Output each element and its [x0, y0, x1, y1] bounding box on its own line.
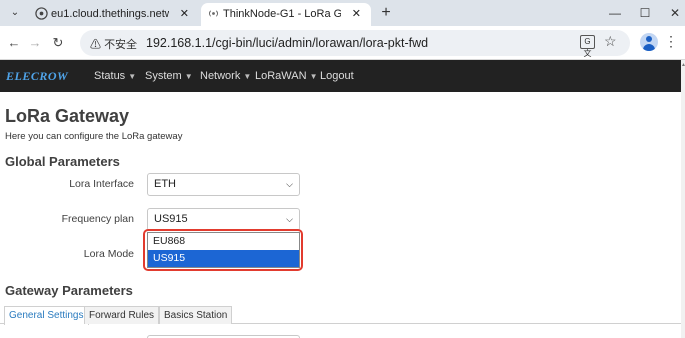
address-bar[interactable]: ⚠ 不安全 192.168.1.1/cgi-bin/luci/admin/lor…: [80, 30, 630, 56]
browser-tab-thinknode[interactable]: ThinkNode-G1 - LoRa Gatew ✕: [201, 3, 371, 26]
forward-arrow-icon[interactable]: →: [27, 34, 43, 52]
lora-interface-label: Lora Interface: [69, 178, 134, 190]
page-scrollbar[interactable]: ▲: [681, 60, 685, 338]
translate-icon[interactable]: G文: [580, 35, 595, 58]
warning-triangle-icon: ⚠: [90, 39, 101, 51]
security-label: 不安全: [104, 39, 138, 51]
menu-lorawan[interactable]: LoRaWAN ▼: [255, 70, 317, 82]
tab-title: ThinkNode-G1 - LoRa Gatew: [223, 8, 341, 20]
caret-down-icon: ▼: [309, 72, 318, 81]
frequency-plan-select[interactable]: US915 ⌵: [147, 208, 300, 231]
page-description: Here you can configure the LoRa gateway: [5, 131, 183, 142]
security-warning[interactable]: ⚠ 不安全: [90, 36, 137, 52]
lora-interface-value: ETH: [154, 178, 176, 190]
caret-down-icon: ▼: [243, 72, 252, 81]
tab-basics-station[interactable]: Basics Station: [159, 306, 233, 324]
menu-status[interactable]: Status ▼: [94, 70, 136, 82]
menu-lorawan-label: LoRaWAN: [255, 70, 307, 82]
gateway-tabs: General Settings Forward Rules Basics St…: [0, 306, 681, 325]
chrome-globe-icon: [35, 7, 48, 20]
lora-mode-label: Lora Mode: [83, 248, 134, 260]
tab-search-chevron-icon[interactable]: ⌄: [6, 4, 24, 22]
menu-system-label: System: [145, 70, 182, 82]
menu-kebab-icon[interactable]: ⋮: [664, 33, 678, 50]
luci-navbar: ELECROW Status ▼ System ▼ Network ▼ LoRaWAN…: [0, 60, 681, 92]
close-tab-icon[interactable]: ✕: [180, 3, 189, 25]
url-text[interactable]: 192.168.1.1/cgi-bin/luci/admin/lorawan/l…: [146, 36, 428, 50]
reload-icon[interactable]: ↻: [50, 34, 66, 52]
section-global-parameters: Global Parameters: [5, 154, 120, 169]
section-gateway-parameters: Gateway Parameters: [5, 283, 133, 298]
profile-avatar-icon[interactable]: [640, 33, 658, 51]
browser-tab-bar: ⌄ eu1.cloud.thethings.network ✕ ThinkNod…: [0, 0, 685, 26]
frequency-plan-label: Frequency plan: [61, 213, 134, 225]
maximize-button[interactable]: ☐: [630, 3, 660, 23]
browser-tab-ttn[interactable]: eu1.cloud.thethings.network ✕: [29, 3, 199, 26]
menu-network[interactable]: Network ▼: [200, 70, 251, 82]
browser-toolbar: ← → ↻ ⚠ 不安全 192.168.1.1/cgi-bin/luci/adm…: [0, 26, 685, 60]
wireless-icon: [209, 10, 218, 17]
elecrow-logo[interactable]: ELECROW: [6, 69, 68, 84]
frequency-plan-value: US915: [154, 213, 188, 225]
caret-down-icon: ▼: [128, 72, 137, 81]
page-title: LoRa Gateway: [5, 106, 130, 126]
bookmark-star-icon[interactable]: ☆: [604, 33, 617, 50]
menu-logout[interactable]: Logout: [320, 70, 354, 82]
close-tab-icon[interactable]: ✕: [352, 3, 361, 25]
back-arrow-icon[interactable]: ←: [6, 34, 22, 52]
new-tab-button[interactable]: +: [376, 3, 396, 23]
tab-title: eu1.cloud.thethings.network: [51, 8, 169, 20]
menu-status-label: Status: [94, 70, 126, 82]
lora-interface-select[interactable]: ETH ⌵: [147, 173, 300, 196]
tab-forward-rules[interactable]: Forward Rules: [84, 306, 160, 324]
highlight-annotation-box: [143, 229, 303, 271]
minimize-button[interactable]: —: [600, 3, 630, 23]
close-window-button[interactable]: ✕: [660, 3, 685, 23]
tab-general-settings[interactable]: General Settings: [4, 306, 89, 325]
menu-system[interactable]: System ▼: [145, 70, 193, 82]
caret-down-icon: ▼: [184, 72, 193, 81]
scroll-up-arrow-icon[interactable]: ▲: [681, 62, 685, 68]
chevron-down-icon: ⌵: [286, 179, 293, 189]
chevron-down-icon: ⌵: [286, 214, 293, 224]
menu-network-label: Network: [200, 70, 241, 82]
